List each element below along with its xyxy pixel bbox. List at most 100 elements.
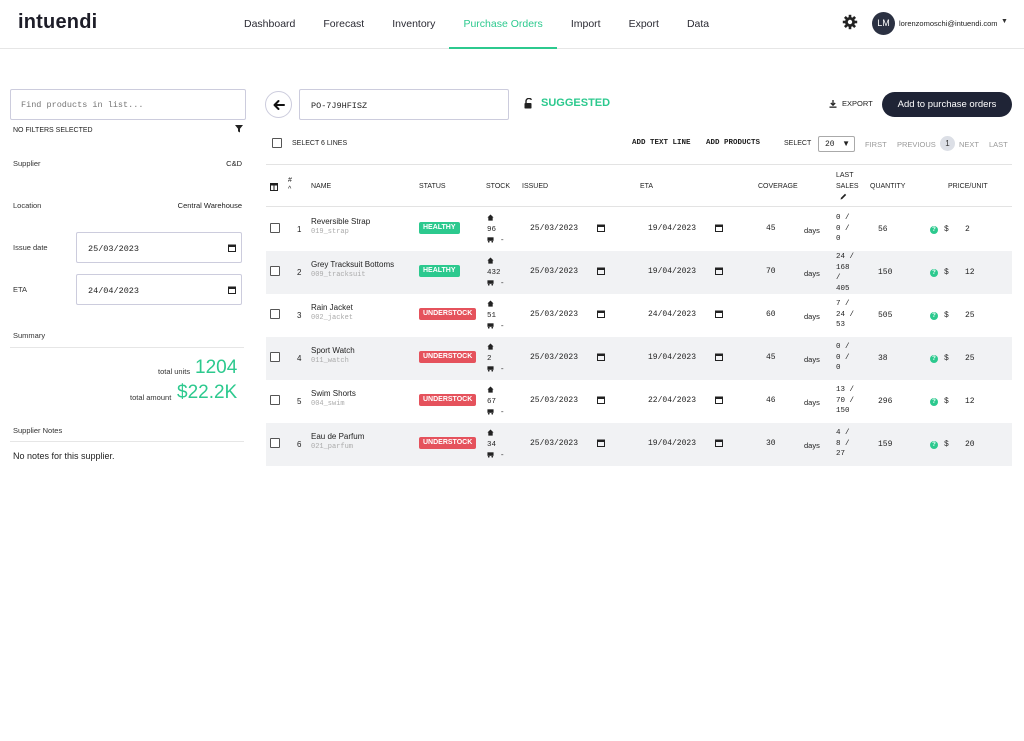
select-lines-label[interactable]: SELECT 6 LINES bbox=[292, 140, 347, 147]
help-icon[interactable]: ? bbox=[930, 269, 938, 277]
table-row[interactable]: 5 Swim Shorts 004_swim UNDERSTOCK 67- 25/03/2… bbox=[266, 380, 1012, 423]
nav-dashboard[interactable]: Dashboard bbox=[230, 0, 309, 49]
last-page-link[interactable]: LAST bbox=[989, 140, 1008, 149]
issued-date[interactable]: 25/03/2023 bbox=[530, 310, 578, 319]
current-page[interactable]: 1 bbox=[940, 136, 955, 151]
calendar-icon[interactable] bbox=[715, 224, 723, 234]
help-icon[interactable]: ? bbox=[930, 355, 938, 363]
calendar-icon[interactable] bbox=[228, 244, 236, 252]
sort-icon[interactable]: ^ bbox=[288, 186, 291, 193]
product-cell[interactable]: Swim Shorts 004_swim bbox=[311, 389, 356, 408]
product-name[interactable]: Grey Tracksuit Bottoms bbox=[311, 260, 394, 269]
row-checkbox[interactable] bbox=[270, 266, 280, 276]
price-value[interactable]: 2 bbox=[965, 225, 970, 234]
next-page-link[interactable]: NEXT bbox=[959, 140, 979, 149]
table-row[interactable]: 1 Reversible Strap 019_strap HEALTHY 96- 25/0… bbox=[266, 208, 1012, 251]
price-value[interactable]: 20 bbox=[965, 440, 975, 449]
quantity-value[interactable]: 159 bbox=[878, 440, 892, 449]
issued-date[interactable]: 25/03/2023 bbox=[530, 224, 578, 233]
col-coverage-header[interactable]: COVERAGE bbox=[758, 183, 798, 190]
product-name[interactable]: Reversible Strap bbox=[311, 217, 370, 226]
quantity-value[interactable]: 505 bbox=[878, 311, 892, 320]
price-value[interactable]: 25 bbox=[965, 354, 975, 363]
po-number-field[interactable]: PO-7J9HFISZ bbox=[299, 89, 509, 120]
issue-date-field[interactable]: 25/03/2023 bbox=[76, 232, 242, 263]
eta-date-field[interactable]: 24/04/2023 bbox=[76, 274, 242, 305]
product-cell[interactable]: Eau de Parfum 021_parfum bbox=[311, 432, 364, 451]
calendar-icon[interactable] bbox=[228, 286, 236, 294]
unlock-icon[interactable] bbox=[524, 98, 534, 109]
product-name[interactable]: Swim Shorts bbox=[311, 389, 356, 398]
issued-date[interactable]: 25/03/2023 bbox=[530, 267, 578, 276]
row-checkbox[interactable] bbox=[270, 438, 280, 448]
eta-date[interactable]: 24/04/2023 bbox=[648, 310, 696, 319]
calendar-icon[interactable] bbox=[597, 310, 605, 320]
col-last-sales-header-line1[interactable]: LAST bbox=[836, 172, 854, 179]
calendar-icon[interactable] bbox=[715, 267, 723, 277]
quantity-value[interactable]: 56 bbox=[878, 225, 888, 234]
help-icon[interactable]: ? bbox=[930, 441, 938, 449]
first-page-link[interactable]: FIRST bbox=[865, 140, 887, 149]
product-name[interactable]: Rain Jacket bbox=[311, 303, 353, 312]
calendar-icon[interactable] bbox=[597, 353, 605, 363]
nav-import[interactable]: Import bbox=[557, 0, 615, 49]
col-last-sales-header-line2[interactable]: SALES bbox=[836, 183, 859, 190]
product-cell[interactable]: Sport Watch 011_watch bbox=[311, 346, 355, 365]
back-button[interactable] bbox=[265, 91, 292, 118]
calendar-icon[interactable] bbox=[715, 396, 723, 406]
export-button[interactable]: EXPORT bbox=[829, 99, 873, 108]
issued-date[interactable]: 25/03/2023 bbox=[530, 439, 578, 448]
price-value[interactable]: 12 bbox=[965, 268, 975, 277]
calendar-icon[interactable] bbox=[715, 439, 723, 449]
col-stock-header[interactable]: STOCK bbox=[486, 183, 510, 190]
row-checkbox[interactable] bbox=[270, 352, 280, 362]
product-cell[interactable]: Grey Tracksuit Bottoms 009_tracksuit bbox=[311, 260, 394, 279]
col-quantity-header[interactable]: QUANTITY bbox=[870, 183, 905, 190]
calendar-icon[interactable] bbox=[715, 310, 723, 320]
eta-date[interactable]: 22/04/2023 bbox=[648, 396, 696, 405]
eta-date[interactable]: 19/04/2023 bbox=[648, 353, 696, 362]
calendar-icon[interactable] bbox=[597, 224, 605, 234]
find-products-input[interactable] bbox=[10, 89, 246, 120]
eta-date[interactable]: 19/04/2023 bbox=[648, 267, 696, 276]
calendar-icon[interactable] bbox=[597, 396, 605, 406]
gear-icon[interactable] bbox=[842, 14, 858, 30]
product-cell[interactable]: Reversible Strap 019_strap bbox=[311, 217, 370, 236]
help-icon[interactable]: ? bbox=[930, 398, 938, 406]
app-logo[interactable]: intuendi bbox=[18, 11, 97, 34]
page-size-select[interactable]: 20 ▼ bbox=[818, 136, 855, 152]
quantity-value[interactable]: 296 bbox=[878, 397, 892, 406]
eta-date[interactable]: 19/04/2023 bbox=[648, 224, 696, 233]
add-to-purchase-orders-button[interactable]: Add to purchase orders bbox=[882, 92, 1012, 117]
row-checkbox[interactable] bbox=[270, 223, 280, 233]
table-row[interactable]: 3 Rain Jacket 002_jacket UNDERSTOCK 51- 25/03… bbox=[266, 294, 1012, 337]
product-name[interactable]: Sport Watch bbox=[311, 346, 355, 355]
price-value[interactable]: 12 bbox=[965, 397, 975, 406]
nav-data[interactable]: Data bbox=[673, 0, 723, 49]
caret-down-icon[interactable]: ▼ bbox=[1001, 18, 1008, 25]
add-text-line-button[interactable]: ADD TEXT LINE bbox=[632, 139, 691, 147]
row-checkbox[interactable] bbox=[270, 395, 280, 405]
quantity-value[interactable]: 150 bbox=[878, 268, 892, 277]
col-eta-header[interactable]: ETA bbox=[640, 183, 653, 190]
table-row[interactable]: 2 Grey Tracksuit Bottoms 009_tracksuit HEAL… bbox=[266, 251, 1012, 294]
price-value[interactable]: 25 bbox=[965, 311, 975, 320]
col-issued-header[interactable]: ISSUED bbox=[522, 183, 548, 190]
help-icon[interactable]: ? bbox=[930, 312, 938, 320]
table-row[interactable]: 4 Sport Watch 011_watch UNDERSTOCK 2- 25/03/2… bbox=[266, 337, 1012, 380]
row-checkbox[interactable] bbox=[270, 309, 280, 319]
avatar[interactable]: LM bbox=[872, 12, 895, 35]
filter-icon[interactable] bbox=[235, 125, 243, 133]
help-icon[interactable]: ? bbox=[930, 226, 938, 234]
eta-date[interactable]: 19/04/2023 bbox=[648, 439, 696, 448]
issued-date[interactable]: 25/03/2023 bbox=[530, 353, 578, 362]
nav-export[interactable]: Export bbox=[615, 0, 673, 49]
nav-inventory[interactable]: Inventory bbox=[378, 0, 449, 49]
quantity-value[interactable]: 38 bbox=[878, 354, 888, 363]
calendar-icon[interactable] bbox=[597, 267, 605, 277]
col-name-header[interactable]: NAME bbox=[311, 183, 331, 190]
issued-date[interactable]: 25/03/2023 bbox=[530, 396, 578, 405]
product-cell[interactable]: Rain Jacket 002_jacket bbox=[311, 303, 353, 322]
pencil-icon[interactable] bbox=[840, 193, 847, 200]
add-products-button[interactable]: ADD PRODUCTS bbox=[706, 139, 760, 147]
